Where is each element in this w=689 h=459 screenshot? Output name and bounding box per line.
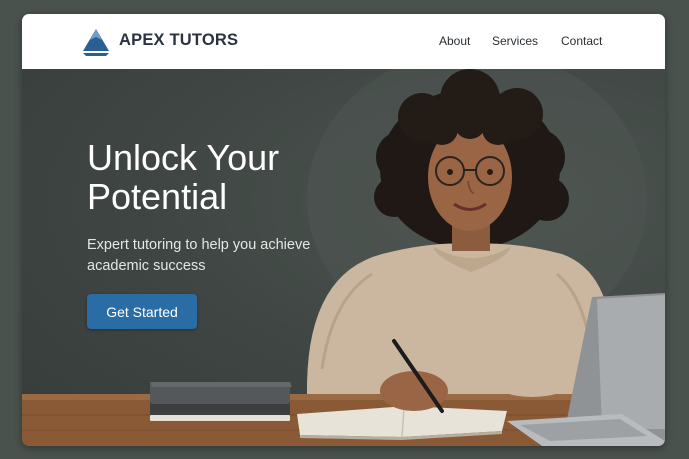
brand-name[interactable]: APEX TUTORS [119,31,238,50]
hero-subtitle: Expert tutoring to help you achieve acad… [87,237,311,274]
hero-title: Unlock Your Potential [87,137,280,217]
browser-page: APEX TUTORS About Services Contact Unloc… [22,14,665,446]
nav-link-contact[interactable]: Contact [561,34,602,48]
hero-section: Unlock Your Potential Expert tutoring to… [22,69,665,446]
nav-link-about[interactable]: About [439,34,470,48]
site-header: APEX TUTORS About Services Contact [22,14,665,70]
nav-link-services[interactable]: Services [492,34,538,48]
mountain-peak-logo-icon[interactable] [80,27,112,57]
get-started-button[interactable]: Get Started [87,294,197,329]
